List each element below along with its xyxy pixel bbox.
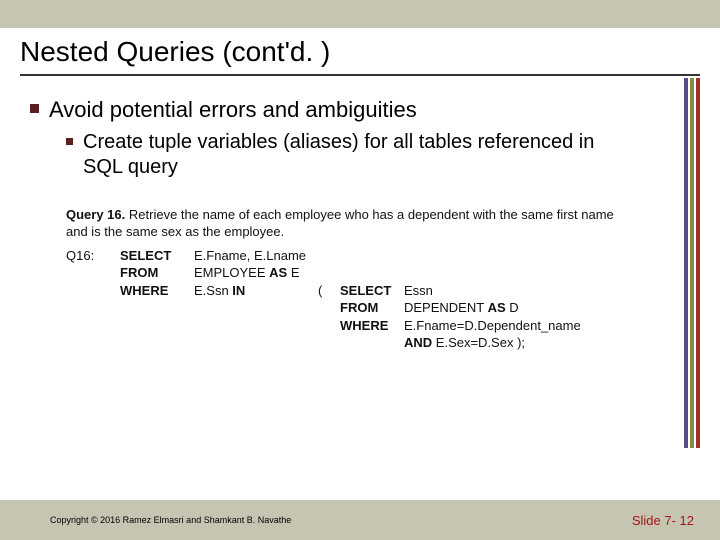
inner-where: E.Fname=D.Dependent_name (404, 317, 574, 335)
copyright: Copyright © 2016 Ramez Elmasri and Shamk… (50, 515, 291, 525)
stripe-purple (684, 78, 688, 448)
sql-grid: Q16: SELECT E.Fname, E.Lname FROM EMPLOY… (66, 247, 626, 352)
query-description: Retrieve the name of each employee who h… (66, 207, 614, 240)
kw-from: FROM (120, 264, 190, 282)
kw-and: AND (404, 335, 432, 350)
title-area: Nested Queries (cont'd. ) (0, 28, 720, 78)
bullet-level2: Create tuple variables (aliases) for all… (66, 130, 626, 180)
kw-as-inner: AS (488, 300, 506, 315)
open-paren: ( (318, 282, 336, 300)
bullet-level1: Avoid potential errors and ambiguities (30, 96, 690, 124)
footer: Copyright © 2016 Ramez Elmasri and Shamk… (0, 500, 720, 540)
body-area: Avoid potential errors and ambiguities C… (0, 78, 720, 448)
kw-as: AS (269, 265, 287, 280)
top-band (0, 0, 720, 28)
bullet-icon (66, 138, 73, 145)
kw-select-inner: SELECT (340, 282, 400, 300)
query-number: Q16: (66, 247, 116, 265)
bullet-level2-text: Create tuple variables (aliases) for all… (83, 130, 626, 180)
inner-and: AND E.Sex=D.Sex ); (404, 334, 574, 352)
query-block: Query 16. Retrieve the name of each empl… (66, 206, 626, 352)
inner-from: DEPENDENT AS D (404, 299, 574, 317)
outer-from: EMPLOYEE AS E (194, 264, 314, 282)
title-rule (20, 74, 700, 76)
query-title: Query 16. Retrieve the name of each empl… (66, 206, 626, 241)
page-title: Nested Queries (cont'd. ) (20, 36, 700, 74)
query-label: Query 16. (66, 207, 125, 222)
kw-select: SELECT (120, 247, 190, 265)
slide-number: Slide 7- 12 (632, 513, 694, 528)
outer-where: E.Ssn IN (194, 282, 314, 300)
kw-where-inner: WHERE (340, 317, 400, 335)
stripe-olive (690, 78, 694, 448)
side-stripes (684, 78, 700, 448)
bullet-icon (30, 104, 39, 113)
kw-from-inner: FROM (340, 299, 400, 317)
kw-in: IN (232, 283, 245, 298)
bullet-level1-text: Avoid potential errors and ambiguities (49, 96, 417, 124)
kw-where: WHERE (120, 282, 190, 300)
slide: Nested Queries (cont'd. ) Avoid potentia… (0, 0, 720, 540)
outer-select: E.Fname, E.Lname (194, 247, 314, 265)
inner-select: Essn (404, 282, 574, 300)
stripe-red (696, 78, 700, 448)
